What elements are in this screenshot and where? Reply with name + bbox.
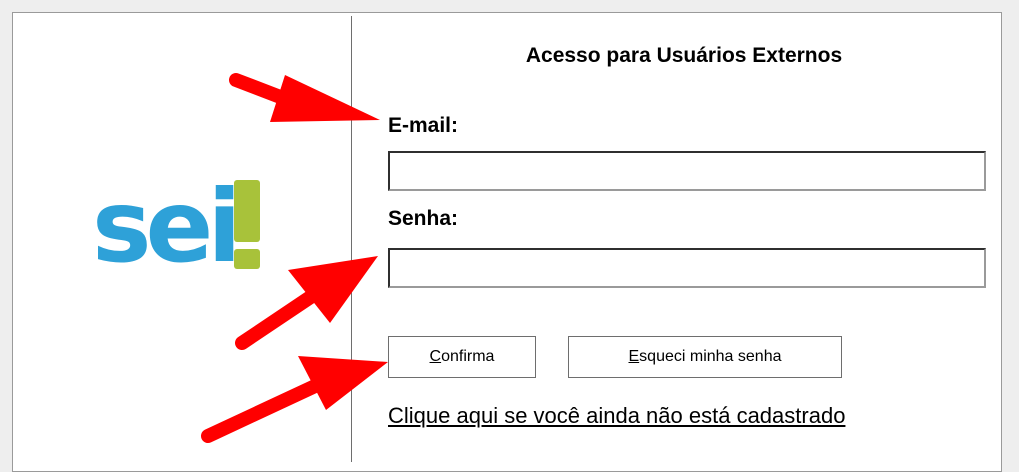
sei-logo: sei (92, 172, 264, 282)
password-field[interactable] (388, 248, 986, 288)
register-link[interactable]: Clique aqui se você ainda não está cadas… (388, 403, 845, 429)
email-label: E-mail: (388, 114, 459, 137)
confirm-button[interactable]: Confirma (388, 336, 536, 378)
logo-wordmark: sei (92, 168, 242, 285)
vertical-divider (351, 16, 352, 462)
forgot-label: squeci minha senha (639, 348, 782, 365)
password-label: Senha: (388, 207, 459, 230)
forgot-access-key: E (628, 348, 640, 365)
logo-exclamation-dot (234, 249, 260, 269)
confirm-label: onfirma (441, 348, 495, 365)
email-field[interactable] (388, 151, 986, 191)
page-title: Acesso para Usuários Externos (525, 44, 843, 67)
confirm-access-key: C (429, 348, 442, 365)
logo-exclamation-bar (234, 180, 260, 242)
forgot-password-button[interactable]: Esqueci minha senha (568, 336, 842, 378)
